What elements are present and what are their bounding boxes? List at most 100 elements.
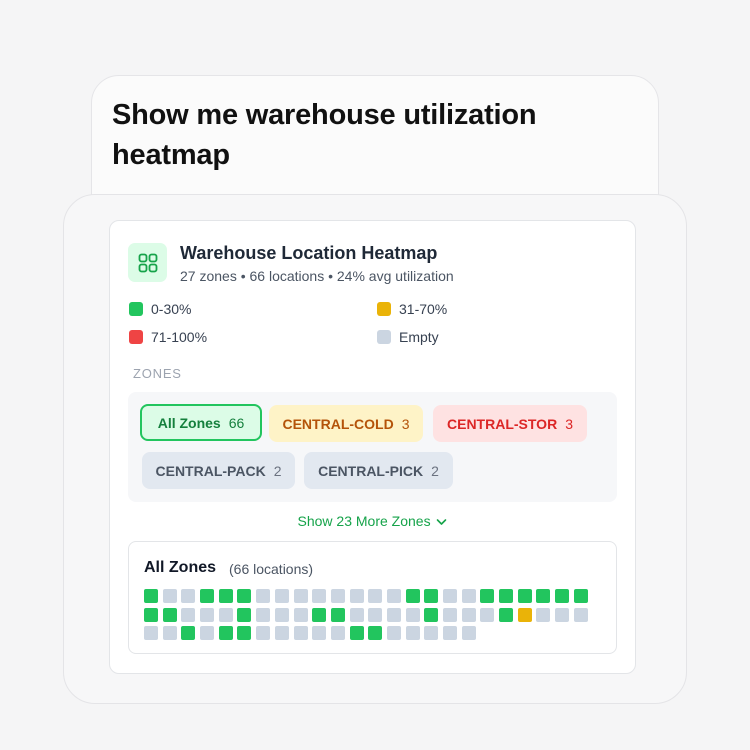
legend-swatch [377, 302, 391, 316]
location-cell[interactable] [256, 626, 271, 641]
zone-chip-all[interactable]: All Zones 66 [140, 404, 262, 441]
location-cell[interactable] [443, 607, 457, 622]
location-cell[interactable] [293, 607, 308, 622]
location-grid-card: All Zones (66 locations) [128, 541, 617, 654]
legend-label: 71-100% [151, 329, 208, 345]
location-cell[interactable] [480, 589, 495, 603]
location-cell[interactable] [200, 626, 215, 641]
legend-swatch [377, 330, 391, 344]
zone-chip-count: 66 [228, 414, 245, 431]
location-cell[interactable] [256, 607, 271, 622]
location-cell[interactable] [237, 626, 252, 641]
zone-chip-central-pack[interactable]: CENTRAL-PACK 2 [142, 452, 295, 489]
zone-filter-panel: All Zones 66 CENTRAL-COLD 3 CENTRAL-STOR… [128, 392, 617, 502]
location-cell[interactable] [200, 607, 215, 622]
zone-chip-count: 2 [273, 462, 282, 479]
legend-swatch [129, 330, 143, 344]
location-cell[interactable] [573, 607, 588, 622]
location-cell[interactable] [181, 607, 196, 622]
heatmap-widget: Warehouse Location Heatmap 27 zones • 66… [109, 220, 636, 674]
location-cell[interactable] [424, 589, 439, 603]
location-cell[interactable] [368, 589, 383, 603]
widget-subtitle: 27 zones • 66 locations • 24% avg utiliz… [180, 268, 454, 284]
location-cell[interactable] [181, 589, 196, 603]
location-cell[interactable] [144, 607, 158, 622]
location-cell[interactable] [330, 626, 345, 641]
zone-chip-name: CENTRAL-PICK [318, 462, 424, 479]
location-cell[interactable] [480, 607, 495, 622]
location-cell[interactable] [274, 589, 289, 603]
location-cell[interactable] [312, 626, 327, 641]
zone-chip-central-stor[interactable]: CENTRAL-STOR 3 [433, 405, 587, 442]
location-cell[interactable] [349, 589, 364, 603]
location-cell[interactable] [368, 626, 383, 641]
location-cell[interactable] [237, 607, 252, 622]
location-cell[interactable] [144, 589, 158, 603]
location-cell[interactable] [162, 607, 177, 622]
location-cell[interactable] [274, 607, 289, 622]
location-cell[interactable] [181, 626, 196, 641]
location-cell[interactable] [218, 607, 233, 622]
zone-chip-central-pick[interactable]: CENTRAL-PICK 2 [304, 452, 453, 489]
grid-location-count: (66 locations) [229, 561, 314, 577]
location-cell[interactable] [461, 607, 476, 622]
legend-item-low: 0-30% [129, 301, 191, 317]
location-cell[interactable] [218, 626, 233, 641]
show-more-zones-label: Show 23 More Zones [297, 513, 431, 529]
location-cell[interactable] [237, 589, 252, 603]
location-cell[interactable] [386, 626, 401, 641]
location-cell[interactable] [517, 589, 532, 603]
location-cell[interactable] [424, 626, 439, 641]
location-cell[interactable] [162, 626, 177, 641]
show-more-zones-button[interactable]: Show 23 More Zones [110, 513, 635, 529]
location-cell[interactable] [274, 626, 289, 641]
legend-item-medium: 31-70% [377, 301, 447, 317]
location-cell[interactable] [330, 589, 345, 603]
location-cell[interactable] [312, 607, 327, 622]
zone-chip-count: 3 [565, 415, 573, 432]
zone-chip-name: All Zones [157, 414, 221, 431]
location-cell[interactable] [536, 607, 551, 622]
location-cell[interactable] [386, 607, 401, 622]
location-cell[interactable] [349, 626, 364, 641]
location-cell[interactable] [386, 589, 401, 603]
zone-chip-name: CENTRAL-STOR [447, 415, 558, 432]
location-cell[interactable] [517, 607, 532, 622]
location-cell[interactable] [312, 589, 327, 603]
location-cell[interactable] [218, 589, 233, 603]
location-cell[interactable] [405, 589, 420, 603]
location-cell[interactable] [461, 626, 476, 641]
location-cell[interactable] [555, 607, 570, 622]
location-cell[interactable] [368, 607, 383, 622]
zone-chip-name: CENTRAL-PACK [155, 462, 266, 479]
legend-item-high: 71-100% [129, 329, 207, 345]
legend-label: 0-30% [151, 301, 192, 317]
location-cells [144, 589, 609, 641]
location-cell[interactable] [293, 589, 308, 603]
location-cell[interactable] [443, 589, 457, 603]
location-cell[interactable] [499, 607, 514, 622]
location-cell[interactable] [349, 607, 364, 622]
location-cell[interactable] [162, 589, 177, 603]
grid-icon [128, 243, 167, 282]
legend-item-empty: Empty [377, 329, 439, 345]
location-cell[interactable] [144, 626, 158, 641]
location-cell[interactable] [256, 589, 271, 603]
location-cell[interactable] [573, 589, 588, 603]
location-cell[interactable] [405, 607, 420, 622]
location-cell[interactable] [499, 589, 514, 603]
legend-label: Empty [399, 329, 439, 345]
location-cell[interactable] [555, 589, 570, 603]
legend-label: 31-70% [399, 301, 448, 317]
location-cell[interactable] [443, 626, 457, 641]
location-cell[interactable] [293, 626, 308, 641]
zone-chip-central-cold[interactable]: CENTRAL-COLD 3 [269, 405, 423, 442]
location-cell[interactable] [424, 607, 439, 622]
location-cell[interactable] [405, 626, 420, 641]
zone-chip-count: 2 [431, 462, 439, 479]
location-cell[interactable] [461, 589, 476, 603]
location-cell[interactable] [200, 589, 215, 603]
location-cell[interactable] [536, 589, 551, 603]
location-cell[interactable] [330, 607, 345, 622]
grid-title: All Zones [144, 559, 217, 576]
